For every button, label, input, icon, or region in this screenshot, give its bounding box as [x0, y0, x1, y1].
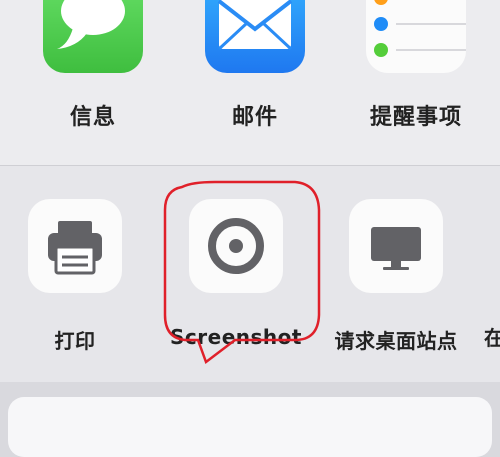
reminders-icon	[366, 0, 466, 73]
cancel-card[interactable]	[8, 397, 492, 457]
action-label-request-desktop: 请求桌面站点	[334, 329, 458, 353]
clipped-next-action-label: 在	[484, 326, 500, 350]
messages-icon	[43, 0, 143, 73]
app-label-reminders: 提醒事项	[369, 105, 462, 130]
desktop-icon	[349, 199, 443, 293]
row-divider	[0, 165, 500, 166]
mail-icon	[205, 0, 305, 73]
app-label-messages: 信息	[69, 105, 116, 130]
printer-icon	[28, 199, 122, 293]
screenshot-icon	[189, 199, 283, 293]
app-label-mail: 邮件	[231, 105, 278, 130]
